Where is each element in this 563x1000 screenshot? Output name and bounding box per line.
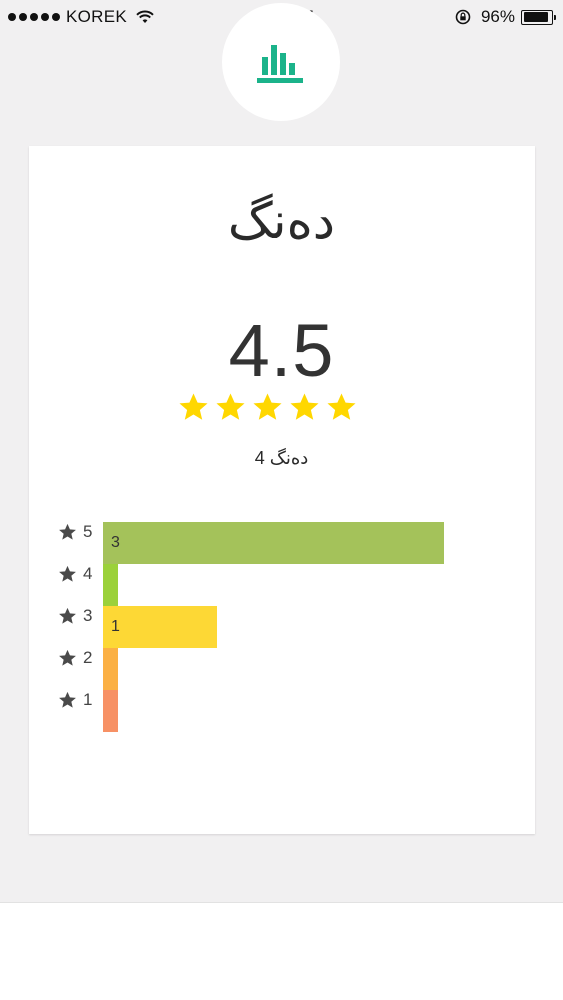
rating-row-label: 4 bbox=[58, 564, 92, 584]
status-right: 96% bbox=[455, 7, 556, 27]
average-rating: 4.5 bbox=[228, 309, 335, 392]
star-icon bbox=[289, 392, 320, 422]
battery-icon bbox=[521, 9, 556, 25]
rating-bar-count: 3 bbox=[111, 534, 120, 551]
star-icon bbox=[59, 691, 76, 708]
rating-row-label: 1 bbox=[58, 690, 92, 710]
rating-bar-count: 1 bbox=[111, 618, 120, 635]
rating-bar-1 bbox=[103, 690, 118, 732]
battery-percent: 96% bbox=[480, 7, 515, 26]
orientation-lock-icon bbox=[455, 9, 471, 25]
star-icon bbox=[59, 565, 76, 582]
battery-fill bbox=[523, 12, 549, 22]
rating-row-value: 5 bbox=[83, 522, 93, 541]
star-icon bbox=[59, 649, 76, 666]
rating-row-value: 1 bbox=[83, 690, 93, 709]
rating-bar-2 bbox=[103, 648, 118, 690]
rating-bar-4 bbox=[103, 564, 118, 606]
rating-row-value: 3 bbox=[83, 606, 93, 625]
page-title: دەنگ bbox=[227, 193, 336, 249]
star-icon bbox=[252, 392, 283, 422]
bottom-area bbox=[0, 903, 563, 1000]
rating-row-value: 2 bbox=[83, 648, 93, 667]
star-icon bbox=[59, 523, 76, 540]
bar-chart-icon bbox=[257, 45, 303, 83]
rating-stars bbox=[178, 392, 357, 422]
rating-row-label: 2 bbox=[58, 648, 92, 668]
rating-row-value: 4 bbox=[83, 564, 93, 583]
rating-row-label: 5 bbox=[58, 522, 92, 542]
rating-row-label: 3 bbox=[58, 606, 92, 626]
star-icon bbox=[178, 392, 209, 422]
rating-bar-3: 1 bbox=[103, 606, 217, 648]
rating-bar-5: 3 bbox=[103, 522, 444, 564]
star-icon bbox=[215, 392, 246, 422]
app-logo[interactable] bbox=[222, 3, 340, 121]
star-icon bbox=[59, 607, 76, 624]
star-icon bbox=[326, 392, 357, 422]
votes-count-label: 4 دەنگ bbox=[254, 448, 309, 468]
